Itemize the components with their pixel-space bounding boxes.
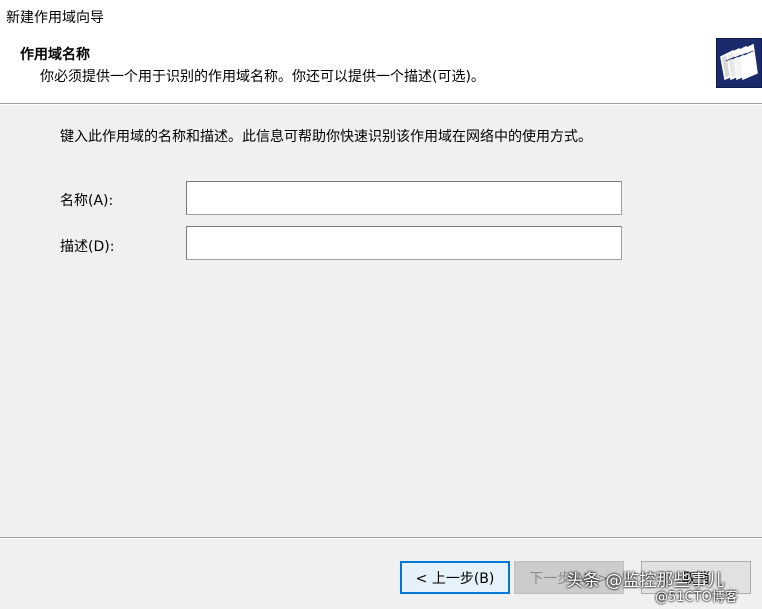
page-heading: 作用域名称 bbox=[20, 47, 90, 63]
back-button[interactable]: < 上一步(B) bbox=[400, 561, 510, 594]
page-subheading: 你必须提供一个用于识别的作用域名称。你还可以提供一个描述(可选)。 bbox=[40, 69, 485, 85]
footer-divider bbox=[0, 537, 762, 539]
watermark-subtext: @51CTO博客 bbox=[655, 590, 738, 605]
intro-text: 键入此作用域的名称和描述。此信息可帮助你快速识别该作用域在网络中的使用方式。 bbox=[60, 129, 592, 145]
header-divider bbox=[0, 103, 762, 105]
name-input[interactable] bbox=[186, 181, 622, 215]
description-label: 描述(D): bbox=[60, 239, 115, 255]
title-bar: 新建作用域向导 bbox=[0, 0, 762, 34]
name-label: 名称(A): bbox=[60, 193, 114, 209]
window-title: 新建作用域向导 bbox=[6, 10, 104, 26]
folders-wizard-icon bbox=[716, 38, 762, 88]
description-input[interactable] bbox=[186, 226, 622, 260]
wizard-header: 作用域名称 你必须提供一个用于识别的作用域名称。你还可以提供一个描述(可选)。 bbox=[0, 34, 762, 103]
